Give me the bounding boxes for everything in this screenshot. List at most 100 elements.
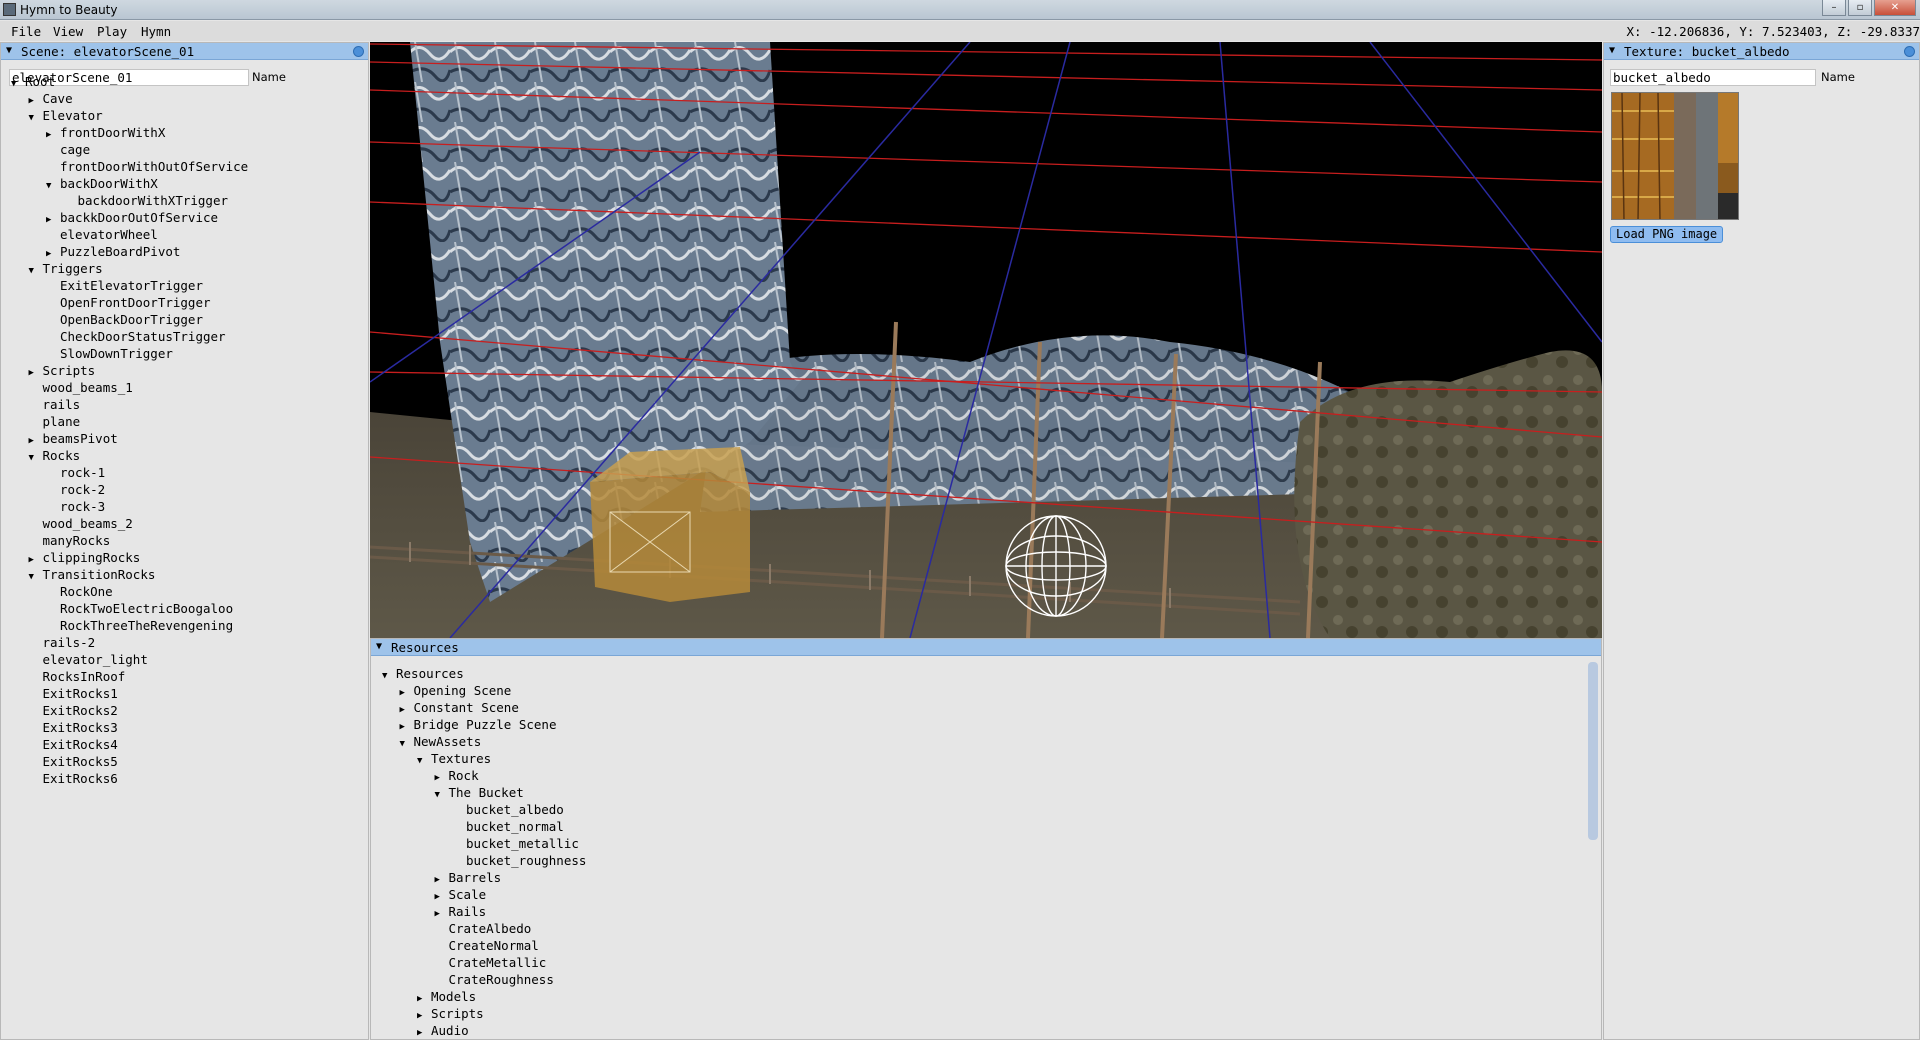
tree-item[interactable]: plane <box>29 413 81 430</box>
tree-item[interactable]: ▶ frontDoorWithX <box>46 124 165 141</box>
collapsed-arrow-icon[interactable]: ▶ <box>417 1025 431 1039</box>
expanded-arrow-icon[interactable]: ▼ <box>29 110 43 127</box>
tree-item[interactable]: ▶ Scale <box>435 886 487 903</box>
tree-item[interactable]: CrateMetallic <box>435 954 547 971</box>
tree-item[interactable]: ▼ TransitionRocks <box>29 566 156 583</box>
viewport-render[interactable] <box>370 42 1602 638</box>
tree-item[interactable]: ▶ Opening Scene <box>400 682 512 699</box>
tree-item[interactable]: RocksInRoof <box>29 668 126 685</box>
tree-item[interactable]: SlowDownTrigger <box>46 345 173 362</box>
tree-item[interactable]: backdoorWithXTrigger <box>64 192 229 209</box>
tree-item[interactable]: ▶ Models <box>417 988 476 1005</box>
tree-item[interactable]: ▼ Rocks <box>29 447 81 464</box>
expanded-arrow-icon[interactable]: ▼ <box>417 753 431 770</box>
tree-item[interactable]: rock-2 <box>46 481 105 498</box>
tree-item[interactable]: rails <box>29 396 81 413</box>
tree-item[interactable]: OpenBackDoorTrigger <box>46 311 203 328</box>
tree-item[interactable]: ▶ Scripts <box>29 362 96 379</box>
tree-item[interactable]: ▼ Elevator <box>29 107 103 124</box>
expanded-arrow-icon[interactable]: ▼ <box>382 668 396 685</box>
menu-hymn[interactable]: Hymn <box>141 24 171 39</box>
collapse-arrow-icon[interactable]: ▼ <box>6 45 12 56</box>
tree-item[interactable]: ExitRocks6 <box>29 770 118 787</box>
tree-item[interactable]: ▶ backkDoorOutOfService <box>46 209 218 226</box>
tree-item[interactable]: RockTwoElectricBoogaloo <box>46 600 233 617</box>
tree-item[interactable]: CrateRoughness <box>435 971 554 988</box>
tree-item[interactable]: wood_beams_2 <box>29 515 133 532</box>
expanded-arrow-icon[interactable]: ▼ <box>11 76 25 93</box>
tree-item[interactable]: elevator_light <box>29 651 148 668</box>
tree-item[interactable]: bucket_normal <box>452 818 564 835</box>
tree-item[interactable]: OpenFrontDoorTrigger <box>46 294 211 311</box>
tree-item-label: TransitionRocks <box>42 567 156 582</box>
expanded-arrow-icon[interactable]: ▼ <box>435 787 449 804</box>
resources-scrollbar[interactable] <box>1588 662 1598 840</box>
tree-item[interactable]: RockOne <box>46 583 113 600</box>
tree-item[interactable]: manyRocks <box>29 532 111 549</box>
tree-item[interactable]: ▶ beamsPivot <box>29 430 118 447</box>
tree-item[interactable]: ▶ PuzzleBoardPivot <box>46 243 180 260</box>
texture-name-input[interactable] <box>1610 69 1816 86</box>
tree-item[interactable]: ExitRocks1 <box>29 685 118 702</box>
scene-panel-header[interactable]: ▼ Scene: elevatorScene_01 <box>1 43 368 60</box>
tree-item[interactable]: ExitRocks5 <box>29 753 118 770</box>
tree-item[interactable]: frontDoorWithOutOfService <box>46 158 248 175</box>
tree-item[interactable]: ▼ NewAssets <box>400 733 482 750</box>
tree-item[interactable]: ExitRocks2 <box>29 702 118 719</box>
texture-panel-header[interactable]: ▼ Texture: bucket_albedo <box>1604 43 1919 60</box>
menu-file[interactable]: File <box>11 24 41 39</box>
tree-item[interactable]: rock-3 <box>46 498 105 515</box>
expanded-arrow-icon[interactable]: ▼ <box>29 450 43 467</box>
tree-item[interactable]: elevatorWheel <box>46 226 158 243</box>
expanded-arrow-icon[interactable]: ▼ <box>46 178 60 195</box>
tree-item[interactable]: ▼ The Bucket <box>435 784 524 801</box>
tree-item[interactable]: cage <box>46 141 90 158</box>
tree-item-label: ExitRocks4 <box>42 737 118 752</box>
tree-item[interactable]: rock-1 <box>46 464 105 481</box>
collapse-arrow-icon[interactable]: ▼ <box>1609 45 1615 56</box>
panel-close-dot-icon[interactable] <box>1904 46 1915 57</box>
tree-item[interactable]: rails-2 <box>29 634 96 651</box>
tree-item[interactable]: ▶ Constant Scene <box>400 699 519 716</box>
minimize-button[interactable]: – <box>1822 0 1846 16</box>
expanded-arrow-icon[interactable]: ▼ <box>29 569 43 586</box>
3d-viewport[interactable] <box>370 42 1602 638</box>
tree-item[interactable]: bucket_roughness <box>452 852 586 869</box>
tree-item[interactable]: ▼ Root <box>11 73 55 90</box>
tree-item[interactable]: ▶ Rock <box>435 767 479 784</box>
expanded-arrow-icon[interactable]: ▼ <box>400 736 414 753</box>
tree-item[interactable]: CreateNormal <box>435 937 539 954</box>
tree-item[interactable]: ▶ Scripts <box>417 1005 484 1022</box>
load-png-button[interactable]: Load PNG image <box>1610 226 1724 243</box>
menu-play[interactable]: Play <box>97 24 127 39</box>
tree-item[interactable]: ExitRocks4 <box>29 736 118 753</box>
tree-item[interactable]: ▼ Textures <box>417 750 491 767</box>
tree-item-label: Opening Scene <box>413 683 512 698</box>
tree-item[interactable]: ExitElevatorTrigger <box>46 277 203 294</box>
collapse-arrow-icon[interactable]: ▼ <box>376 641 382 652</box>
tree-item[interactable]: bucket_metallic <box>452 835 579 852</box>
tree-item[interactable]: ▼ Triggers <box>29 260 103 277</box>
close-button[interactable]: ✕ <box>1874 0 1916 16</box>
panel-close-dot-icon[interactable] <box>353 46 364 57</box>
tree-item[interactable]: ▶ clippingRocks <box>29 549 141 566</box>
tree-item[interactable]: ▼ backDoorWithX <box>46 175 158 192</box>
tree-item[interactable]: ▶ Cave <box>29 90 73 107</box>
tree-item[interactable]: ▶ Barrels <box>435 869 502 886</box>
tree-item[interactable]: ▼ Resources <box>382 665 464 682</box>
resources-panel-header[interactable]: ▼ Resources <box>371 639 1601 656</box>
menu-view[interactable]: View <box>53 24 83 39</box>
tree-item[interactable]: RockThreeTheRevengening <box>46 617 233 634</box>
tree-item[interactable]: ▶ Audio <box>417 1022 469 1039</box>
app-icon <box>3 3 16 16</box>
tree-item[interactable]: wood_beams_1 <box>29 379 133 396</box>
maximize-button[interactable]: ▫ <box>1848 0 1872 16</box>
expanded-arrow-icon[interactable]: ▼ <box>29 263 43 280</box>
tree-item[interactable]: CheckDoorStatusTrigger <box>46 328 226 345</box>
tree-item[interactable]: bucket_albedo <box>452 801 564 818</box>
tree-item[interactable]: ▶ Bridge Puzzle Scene <box>400 716 557 733</box>
tree-item-label: Textures <box>431 751 492 766</box>
tree-item[interactable]: ExitRocks3 <box>29 719 118 736</box>
tree-item[interactable]: ▶ Rails <box>435 903 487 920</box>
tree-item[interactable]: CrateAlbedo <box>435 920 532 937</box>
